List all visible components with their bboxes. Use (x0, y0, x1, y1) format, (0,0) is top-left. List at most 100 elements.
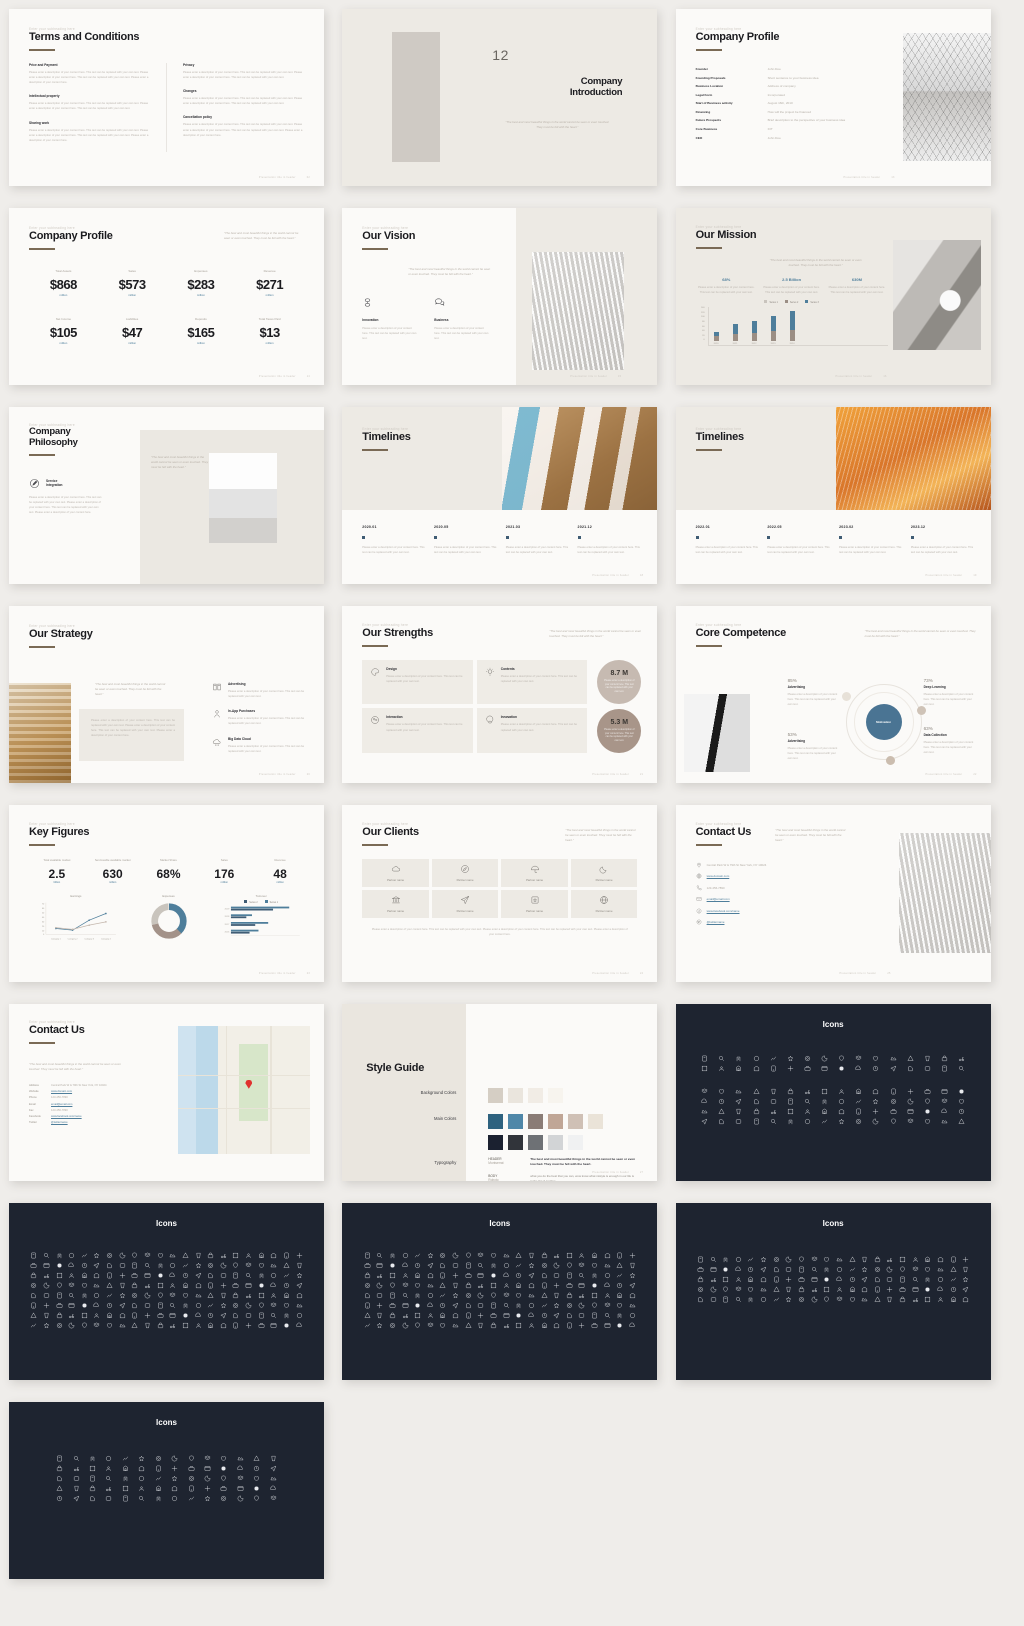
pictogram-icon[interactable] (578, 1296, 585, 1309)
pictogram-icon[interactable] (787, 1092, 794, 1105)
pictogram-icon[interactable] (836, 1290, 843, 1301)
pictogram-icon[interactable] (81, 1316, 88, 1329)
pictogram-icon[interactable] (414, 1246, 421, 1258)
slide-icons-4[interactable]: Icons (675, 1203, 991, 1380)
pictogram-icon[interactable] (899, 1250, 906, 1263)
pictogram-icon[interactable] (855, 1082, 862, 1094)
pictogram-icon[interactable] (204, 1469, 211, 1482)
pictogram-icon[interactable] (188, 1459, 195, 1471)
pictogram-icon[interactable] (364, 1286, 371, 1299)
slide-cell[interactable]: Enter your subheading here Contact Us "T… (0, 995, 333, 1194)
pictogram-icon[interactable] (603, 1276, 611, 1287)
pictogram-icon[interactable] (364, 1266, 371, 1279)
slide-terms-and-conditions[interactable]: Enter your subheading here Terms and Con… (9, 9, 324, 186)
slide-company-profile-table[interactable]: Enter your subheading here Company Profi… (675, 9, 991, 186)
pictogram-icon[interactable] (270, 1306, 277, 1318)
pictogram-icon[interactable] (245, 1286, 252, 1299)
pictogram-icon[interactable] (89, 1459, 96, 1472)
pictogram-icon[interactable] (207, 1316, 214, 1328)
contact-text[interactable]: www.domain.com (707, 874, 730, 878)
pictogram-icon[interactable] (389, 1286, 396, 1299)
pictogram-icon[interactable] (941, 1112, 948, 1124)
pictogram-icon[interactable] (182, 1286, 189, 1299)
pictogram-icon[interactable] (616, 1296, 623, 1309)
pictogram-icon[interactable] (56, 1296, 63, 1308)
pictogram-icon[interactable] (528, 1276, 535, 1289)
pictogram-icon[interactable] (566, 1306, 573, 1319)
pictogram-icon[interactable] (924, 1102, 931, 1114)
slide-cell[interactable]: Enter your subheading here Company Profi… (667, 0, 1000, 199)
pictogram-icon[interactable] (106, 1246, 113, 1259)
pictogram-icon[interactable] (855, 1059, 862, 1070)
pictogram-icon[interactable] (296, 1276, 303, 1289)
pictogram-icon[interactable] (270, 1276, 277, 1287)
pictogram-icon[interactable] (958, 1059, 965, 1071)
pictogram-icon[interactable] (515, 1306, 522, 1318)
pictogram-icon[interactable] (207, 1266, 214, 1279)
pictogram-icon[interactable] (452, 1266, 459, 1279)
pictogram-icon[interactable] (697, 1260, 704, 1272)
pictogram-icon[interactable] (940, 1102, 948, 1113)
pictogram-icon[interactable] (821, 1102, 828, 1114)
pictogram-icon[interactable] (924, 1290, 931, 1303)
pictogram-icon[interactable] (773, 1270, 780, 1283)
pictogram-icon[interactable] (376, 1286, 383, 1298)
pictogram-icon[interactable] (204, 1449, 211, 1460)
pictogram-icon[interactable] (747, 1260, 754, 1273)
pictogram-icon[interactable] (937, 1260, 944, 1272)
pictogram-icon[interactable] (220, 1286, 227, 1299)
pictogram-icon[interactable] (452, 1296, 459, 1309)
pictogram-icon[interactable] (912, 1250, 919, 1262)
slide-contact-us-1[interactable]: Enter your subheading here Contact Us "T… (675, 805, 991, 982)
pictogram-icon[interactable] (528, 1256, 535, 1269)
pictogram-icon[interactable] (836, 1260, 843, 1273)
pictogram-icon[interactable] (106, 1316, 113, 1329)
pictogram-icon[interactable] (958, 1082, 965, 1094)
pictogram-icon[interactable] (477, 1256, 484, 1268)
pictogram-icon[interactable] (155, 1489, 162, 1502)
pictogram-icon[interactable] (811, 1270, 818, 1282)
pictogram-icon[interactable] (220, 1469, 227, 1482)
pictogram-icon[interactable] (68, 1246, 75, 1259)
pictogram-icon[interactable] (106, 1286, 113, 1298)
pictogram-icon[interactable] (804, 1092, 811, 1104)
pictogram-icon[interactable] (414, 1286, 421, 1299)
pictogram-icon[interactable] (872, 1112, 879, 1125)
pictogram-icon[interactable] (465, 1286, 472, 1299)
pictogram-icon[interactable] (30, 1306, 37, 1318)
pictogram-icon[interactable] (503, 1306, 510, 1318)
pictogram-icon[interactable] (283, 1266, 290, 1278)
pictogram-icon[interactable] (962, 1280, 969, 1293)
pictogram-icon[interactable] (811, 1260, 818, 1272)
pictogram-icon[interactable] (553, 1316, 560, 1329)
pictogram-icon[interactable] (89, 1479, 96, 1492)
pictogram-icon[interactable] (629, 1256, 636, 1269)
pictogram-icon[interactable] (157, 1266, 164, 1278)
pictogram-icon[interactable] (376, 1266, 383, 1279)
pictogram-icon[interactable] (770, 1049, 777, 1061)
pictogram-icon[interactable] (747, 1250, 754, 1262)
pictogram-icon[interactable] (270, 1266, 277, 1279)
pictogram-icon[interactable] (237, 1449, 244, 1461)
pictogram-icon[interactable] (616, 1266, 623, 1278)
pictogram-icon[interactable] (823, 1290, 830, 1303)
pictogram-icon[interactable] (131, 1256, 138, 1269)
pictogram-icon[interactable] (237, 1479, 244, 1491)
pictogram-icon[interactable] (924, 1059, 931, 1071)
pictogram-icon[interactable] (68, 1256, 75, 1267)
pictogram-icon[interactable] (578, 1286, 585, 1299)
pictogram-icon[interactable] (849, 1280, 856, 1292)
pictogram-icon[interactable] (465, 1306, 472, 1319)
pictogram-icon[interactable] (188, 1479, 195, 1492)
contact-value[interactable]: email@email.com (51, 1103, 72, 1106)
pictogram-icon[interactable] (838, 1102, 845, 1115)
pictogram-icon[interactable] (56, 1266, 63, 1279)
pictogram-icon[interactable] (414, 1296, 421, 1308)
pictogram-icon[interactable] (131, 1306, 138, 1319)
slide-cell[interactable]: Enter your subheading here Terms and Con… (0, 0, 333, 199)
pictogram-icon[interactable] (838, 1092, 845, 1105)
pictogram-icon[interactable] (106, 1296, 113, 1309)
pictogram-icon[interactable] (823, 1260, 830, 1273)
pictogram-icon[interactable] (886, 1280, 893, 1293)
pictogram-icon[interactable] (296, 1246, 303, 1259)
